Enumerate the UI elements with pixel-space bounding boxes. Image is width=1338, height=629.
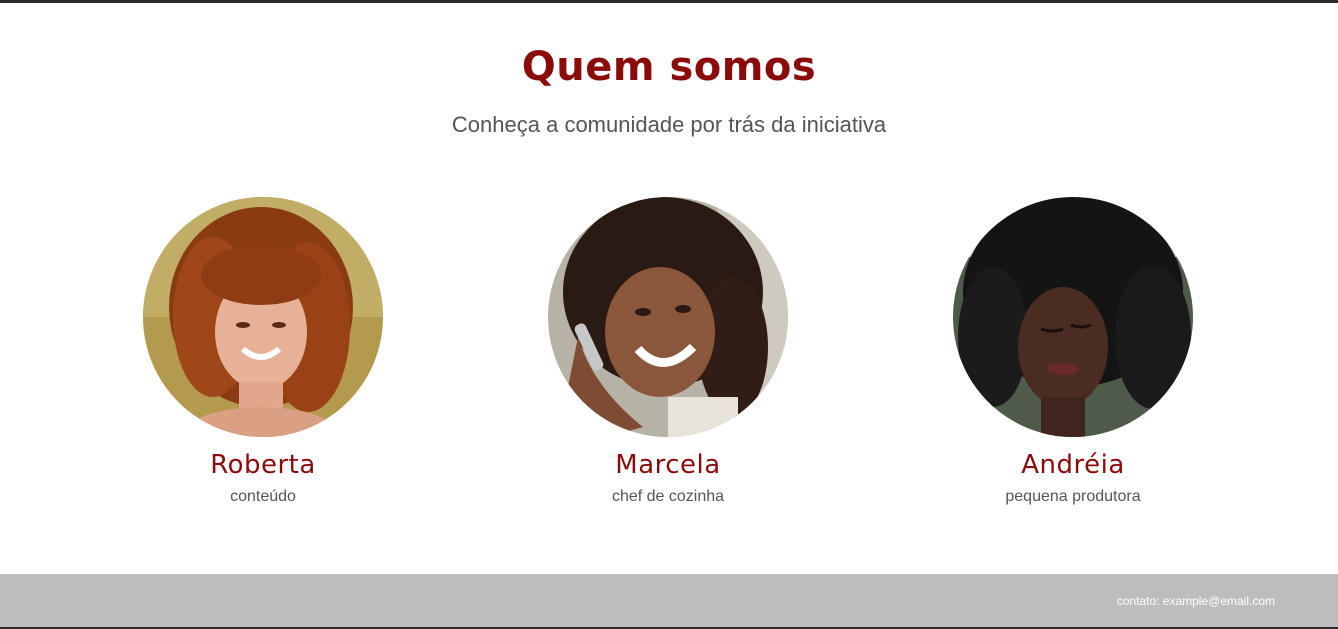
member-name: Roberta xyxy=(210,450,316,480)
footer-contact[interactable]: contato: example@email.com xyxy=(1117,594,1275,608)
portrait-photo-andreia xyxy=(953,197,1193,437)
team-member-card: Roberta conteúdo xyxy=(143,197,383,507)
portrait-photo-marcela xyxy=(548,197,788,437)
footer: contato: example@email.com xyxy=(0,574,1338,629)
team-member-card: Marcela chef de cozinha xyxy=(548,197,788,507)
section-subtitle: Conheça a comunidade por trás da iniciat… xyxy=(451,112,887,137)
section-title: Quem somos xyxy=(521,44,817,90)
portrait-photo-roberta xyxy=(143,197,383,437)
member-name: Andréia xyxy=(1021,450,1125,480)
member-role: conteúdo xyxy=(230,488,296,505)
member-photo xyxy=(953,197,1193,437)
member-role: pequena produtora xyxy=(1005,488,1141,505)
member-photo xyxy=(548,197,788,437)
member-name: Marcela xyxy=(615,450,721,480)
member-role: chef de cozinha xyxy=(611,488,725,505)
team-grid: Roberta conteúdo Marcela chef de cozinha… xyxy=(0,197,1338,517)
team-member-card: Andréia pequena produtora xyxy=(953,197,1193,507)
top-border xyxy=(0,0,1338,3)
page: Quem somos Conheça a comunidade por trás… xyxy=(0,0,1338,629)
member-photo xyxy=(143,197,383,437)
